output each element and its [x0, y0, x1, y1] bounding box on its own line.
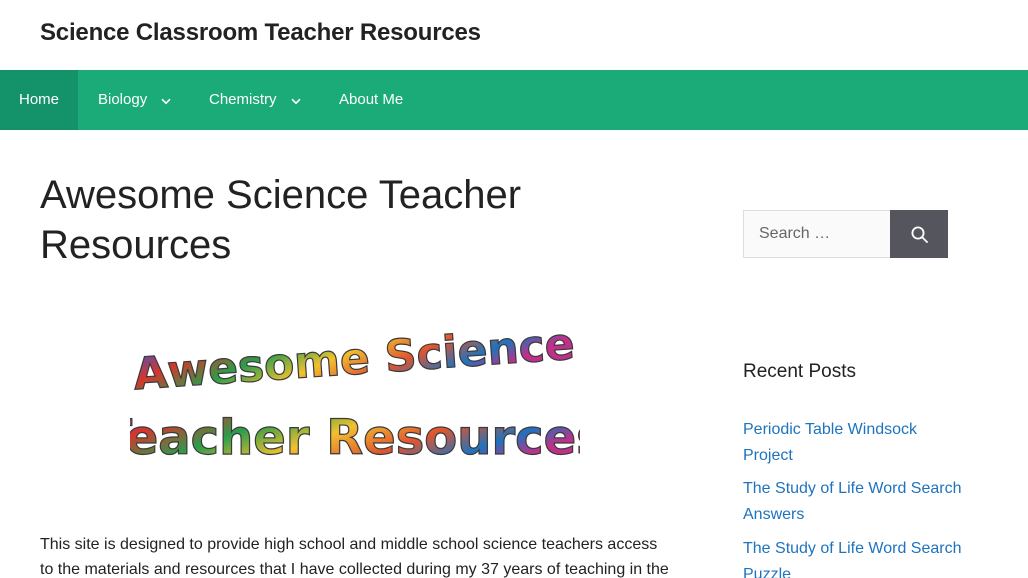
search-input[interactable] — [743, 210, 891, 258]
site-title[interactable]: Science Classroom Teacher Resources — [40, 19, 481, 47]
recent-post-link[interactable]: Periodic Table Windsock Project — [743, 417, 963, 468]
main-navigation: Home Biology Chemistry About Me — [0, 70, 1028, 130]
hero-image-line1: Awesome Science — [132, 319, 576, 401]
nav-item-biology[interactable]: Biology — [98, 70, 171, 130]
nav-item-home[interactable]: Home — [0, 70, 78, 130]
search-form — [743, 210, 948, 258]
hero-image-line2: Teacher Resources — [130, 410, 580, 466]
hero-image: Awesome Science Teacher Resources — [99, 318, 606, 468]
recent-posts-title: Recent Posts — [743, 361, 856, 382]
page-title: Awesome Science Teacher Resources — [40, 173, 522, 267]
chevron-down-icon — [161, 71, 171, 131]
search-button[interactable] — [890, 210, 948, 258]
chevron-down-icon — [290, 71, 301, 131]
nav-item-label: Chemistry — [209, 91, 277, 108]
nav-item-chemistry[interactable]: Chemistry — [209, 70, 301, 130]
recent-post-link[interactable]: The Study of Life Word Search Answers — [743, 476, 963, 527]
nav-item-label: Biology — [98, 91, 148, 108]
nav-item-about-me[interactable]: About Me — [339, 70, 403, 130]
search-icon — [911, 226, 928, 243]
nav-item-label: Home — [18, 91, 59, 108]
nav-item-label: About Me — [339, 91, 404, 108]
recent-post-link[interactable]: The Study of Life Word Search Puzzle — [743, 536, 963, 578]
site-header: Science Classroom Teacher Resources — [0, 0, 1028, 70]
intro-paragraph: This site is designed to provide high sc… — [40, 536, 669, 578]
